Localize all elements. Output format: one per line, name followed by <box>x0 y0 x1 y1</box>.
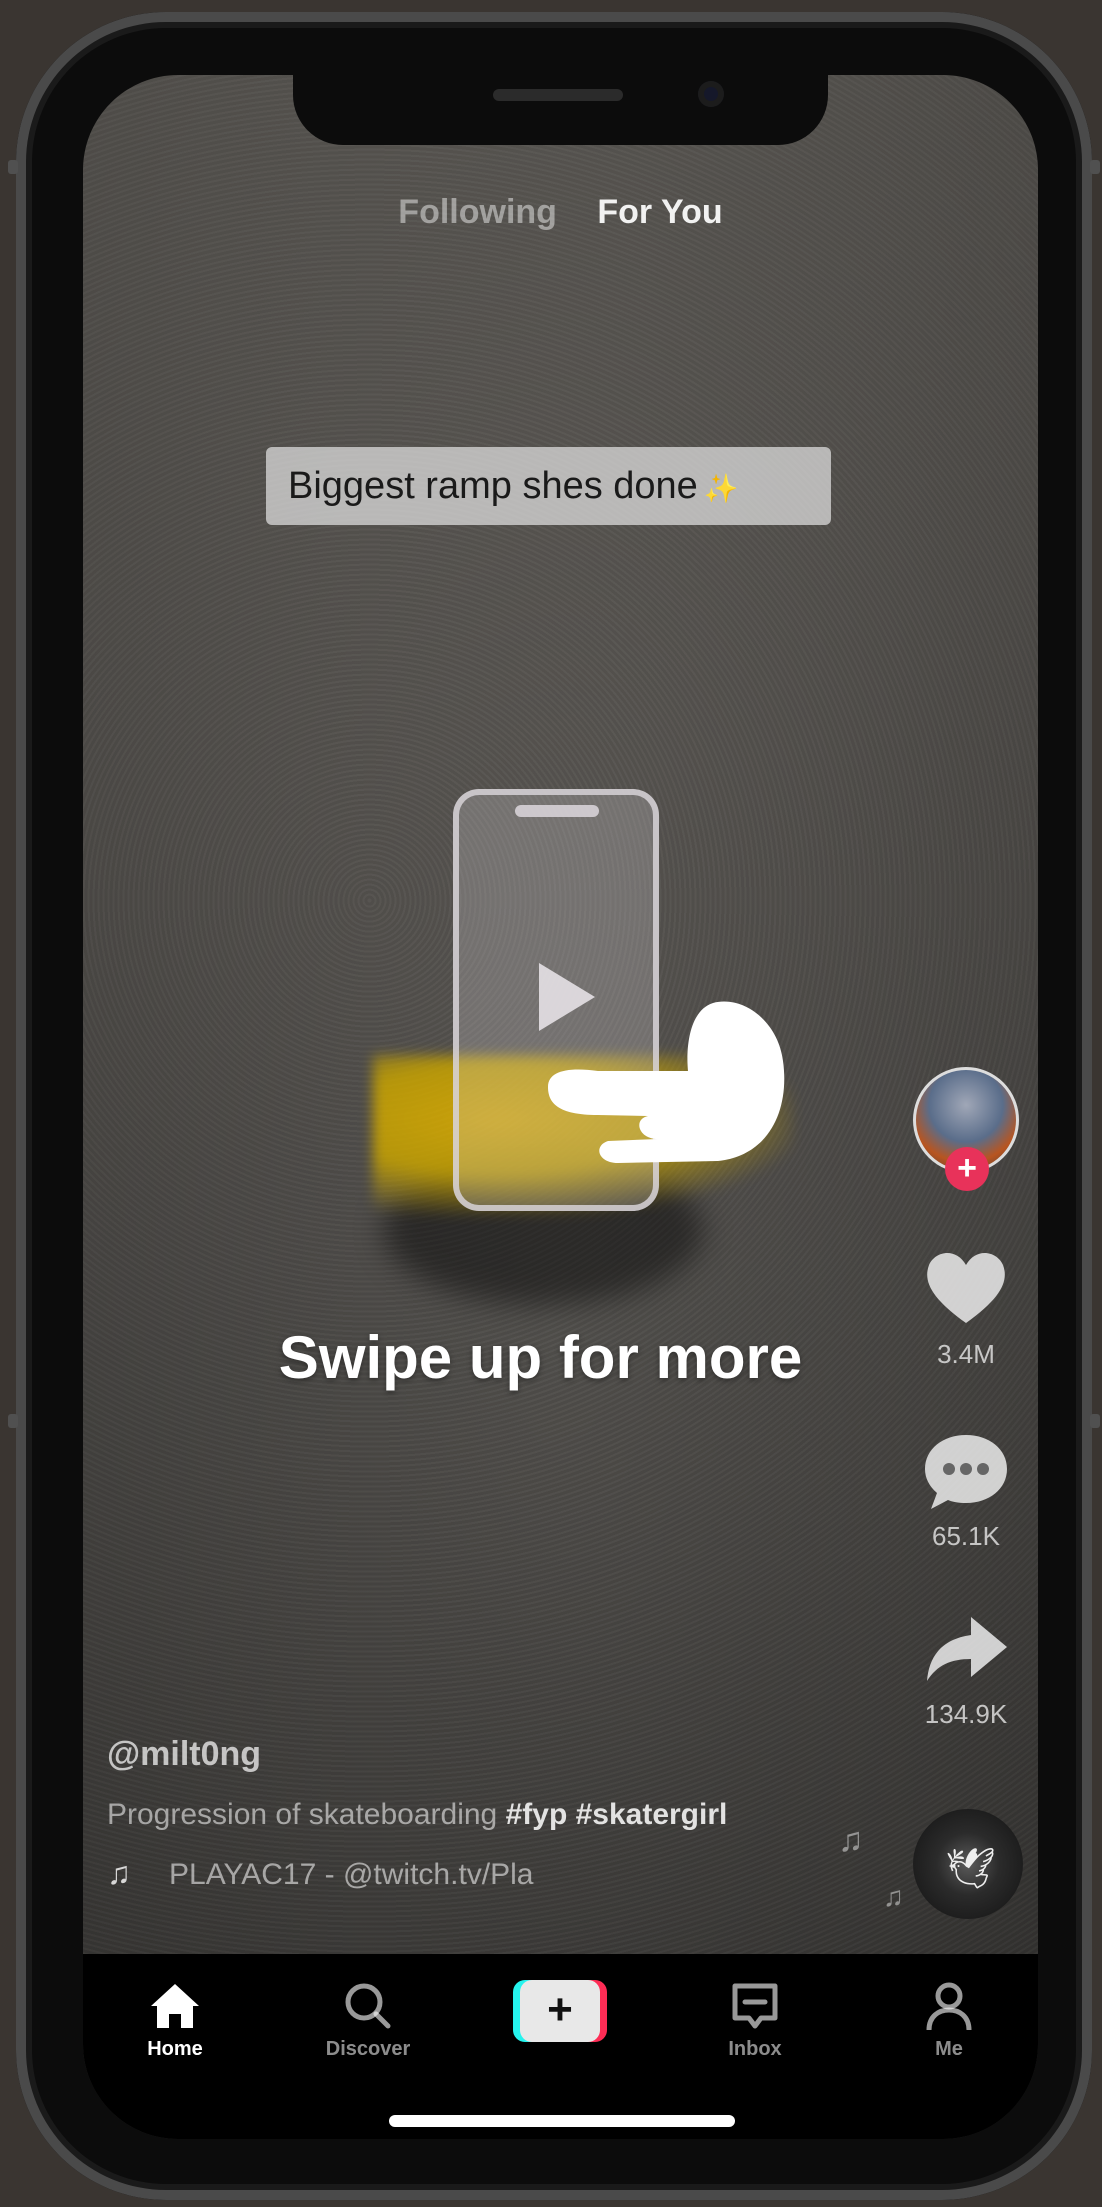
nav-discover[interactable]: Discover <box>298 1980 438 2061</box>
profile-icon <box>926 1982 972 2031</box>
comment-icon[interactable] <box>921 1427 1011 1517</box>
bottom-nav: Home Discover + Inbox Me <box>83 1954 1038 2139</box>
sparkle-emoji: ✨ <box>703 473 739 504</box>
phone-icon-notch <box>515 805 599 817</box>
home-indicator[interactable] <box>389 2115 735 2127</box>
creator-username[interactable]: @milt0ng <box>107 1735 261 1774</box>
feed-tabs: Following For You <box>83 193 1038 232</box>
like-count: 3.4M <box>937 1339 995 1369</box>
share-icon[interactable] <box>921 1605 1011 1695</box>
heart-icon[interactable] <box>921 1243 1011 1333</box>
nav-me[interactable]: Me <box>879 1980 1019 2061</box>
front-camera <box>698 81 724 107</box>
frame-marker <box>8 160 18 174</box>
speaker-grille <box>493 89 623 101</box>
share-count: 134.9K <box>924 1699 1008 1729</box>
hashtags[interactable]: #fyp #skatergirl <box>506 1798 728 1831</box>
music-note-icon: ♫ <box>107 1855 131 1891</box>
comment-count: 65.1K <box>932 1521 1000 1551</box>
nav-inbox[interactable]: Inbox <box>685 1980 825 2061</box>
disc-bird-icon: 🕊 <box>945 1847 996 1891</box>
follow-button[interactable]: + <box>945 1147 989 1191</box>
swipe-hand-icon <box>548 1001 785 1163</box>
music-title: PLAYAC17 - @twitch.tv/Pla <box>169 1858 534 1891</box>
phone-screen[interactable]: Following For You Biggest ramp shes done… <box>83 75 1038 2139</box>
tab-following[interactable]: Following <box>398 193 557 232</box>
frame-marker <box>1090 1414 1100 1428</box>
search-icon <box>345 1983 391 2029</box>
music-disc[interactable]: 🕊 <box>913 1809 1023 1919</box>
inbox-icon <box>732 1983 778 2029</box>
floating-note-icon: ♫ <box>838 1821 864 1859</box>
home-icon <box>151 1984 199 2028</box>
description-text: Progression of skateboarding <box>107 1798 498 1831</box>
nav-discover-label: Discover <box>325 2038 411 2060</box>
video-caption-sticker: Biggest ramp shes done ✨ <box>266 447 831 525</box>
nav-home-label: Home <box>147 2038 203 2060</box>
music-info[interactable]: ♫ PLAYAC17 - @twitch.tv/Pla <box>107 1855 533 1892</box>
frame-marker <box>8 1414 18 1428</box>
nav-home[interactable]: Home <box>105 1980 245 2061</box>
floating-note-icon: ♫ <box>883 1881 904 1912</box>
nav-me-label: Me <box>935 2038 963 2060</box>
tab-for-you[interactable]: For You <box>597 193 722 232</box>
caption-text: Biggest ramp shes done <box>288 465 698 507</box>
plus-icon: + <box>520 1980 600 2042</box>
notch <box>293 75 828 145</box>
nav-inbox-label: Inbox <box>728 2038 782 2060</box>
frame-marker <box>1090 160 1100 174</box>
post-description: Progression of skateboarding #fyp #skate… <box>107 1798 727 1832</box>
swipe-hint-text: Swipe up for more <box>278 1324 803 1391</box>
create-button[interactable]: + <box>513 1980 607 2042</box>
